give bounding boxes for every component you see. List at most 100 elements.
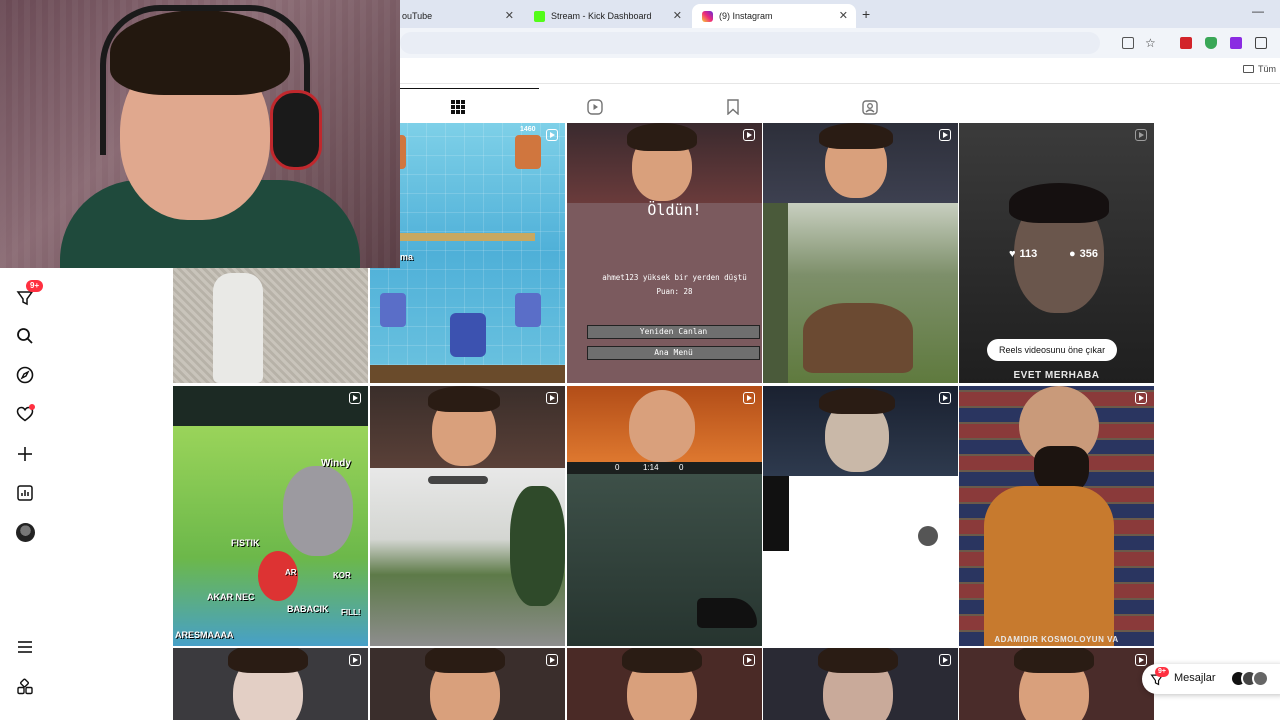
cartoon-label-kor: KOR	[333, 571, 351, 580]
tab-tagged[interactable]	[859, 96, 881, 118]
twitch-extension-icon[interactable]	[1230, 37, 1242, 49]
also-from-meta-icon	[17, 678, 33, 695]
post-row3-3[interactable]	[567, 648, 762, 720]
cartoon-label-ar: AR	[285, 568, 297, 577]
cartoon-label-fill: FILL!	[341, 608, 361, 617]
respawn-button[interactable]: Yeniden Canlan	[587, 325, 760, 339]
reel-caption: EVET MERHABA	[1013, 370, 1100, 381]
likes-count: ♥ 113	[1009, 248, 1037, 260]
notification-dot	[29, 404, 35, 410]
post-bookstore-man[interactable]: ADAMIDIR KOSMOLOYUN VA	[959, 386, 1154, 646]
messages-label: Mesajlar	[1174, 672, 1216, 684]
reel-indicator-icon	[1135, 654, 1147, 666]
post-featured-reel[interactable]: ♥ 113 ● 356 Reels videosunu öne çıkar EV…	[959, 123, 1154, 383]
post-forest-game[interactable]	[763, 123, 958, 383]
sidebar-item-dashboard[interactable]	[14, 482, 36, 504]
sidebar-item-profile[interactable]	[14, 521, 36, 543]
profile-tabs	[377, 88, 1160, 122]
saved-icon	[727, 99, 739, 115]
heart-icon: ♥	[1009, 248, 1016, 260]
profile-avatar	[918, 526, 938, 546]
grid-icon	[451, 100, 465, 114]
webcam-strip	[173, 386, 368, 426]
instagram-icon	[702, 10, 713, 22]
round-timer: 1:14	[643, 463, 659, 472]
post-street-view[interactable]	[370, 386, 565, 646]
tree	[510, 486, 565, 606]
reel-indicator-icon	[939, 129, 951, 141]
hair	[622, 648, 702, 673]
post-minecraft-death[interactable]: Öldün! ahmet123 yüksek bir yerden düştü …	[567, 123, 762, 383]
messages-button[interactable]: 9+ Mesajlar	[1142, 664, 1280, 694]
extensions-icon[interactable]	[1255, 37, 1267, 49]
tab-reels[interactable]	[584, 96, 606, 118]
notification-badge: 9+	[26, 280, 44, 292]
instagram-sidebar: 9+	[0, 268, 172, 720]
elephant	[283, 466, 353, 556]
card-bar	[370, 365, 565, 383]
more-icon	[18, 641, 32, 653]
street-view-bar	[428, 476, 488, 484]
tab-instagram[interactable]: (9) Instagram ✕	[692, 4, 856, 28]
score-right: 0	[679, 463, 684, 472]
sidebar-item-reels[interactable]: 9+	[14, 280, 44, 308]
post-row3-5[interactable]	[959, 648, 1154, 720]
hair	[627, 123, 697, 151]
hair	[818, 648, 898, 673]
post-row3-4[interactable]	[763, 648, 958, 720]
kick-icon	[534, 10, 545, 22]
sidebar-item-explore[interactable]	[14, 364, 36, 386]
hair	[425, 648, 505, 673]
reel-indicator-icon	[743, 392, 755, 404]
orange-shirt	[984, 486, 1114, 646]
main-menu-button[interactable]: Ana Menü	[587, 346, 760, 360]
shield-extension-icon[interactable]	[1205, 37, 1217, 49]
address-bar[interactable]	[400, 32, 1100, 54]
close-icon[interactable]: ✕	[839, 9, 848, 22]
post-row3-2[interactable]	[370, 648, 565, 720]
tab-label: ouTube	[402, 11, 433, 21]
new-tab-icon[interactable]: +	[862, 6, 870, 22]
pdf-extension-icon[interactable]	[1180, 37, 1192, 49]
comments-count: ● 356	[1069, 248, 1098, 260]
score-left: 0	[615, 463, 620, 472]
sidebar-item-create[interactable]	[14, 443, 36, 465]
hair	[819, 388, 895, 414]
death-panel: Öldün! ahmet123 yüksek bir yerden düştü …	[587, 201, 762, 301]
post-desktop-recording[interactable]	[763, 386, 958, 646]
hair	[228, 648, 308, 673]
tab-saved[interactable]	[722, 96, 744, 118]
webcam-overlay	[0, 0, 400, 268]
close-icon[interactable]: ✕	[505, 9, 514, 22]
side-overlay-label: ma	[400, 252, 414, 262]
bookmark-star-icon[interactable]: ☆	[1145, 37, 1157, 49]
tab-posts[interactable]	[377, 88, 539, 118]
message-avatars	[1230, 670, 1269, 687]
likes-value: 113	[1019, 248, 1038, 260]
minimize-icon[interactable]: —	[1252, 4, 1264, 18]
sidebar-item-meta[interactable]	[14, 676, 36, 698]
tab-youtube[interactable]: ouTube ✕	[392, 4, 522, 28]
feature-reel-button[interactable]: Reels videosunu öne çıkar	[987, 339, 1118, 361]
post-row3-1[interactable]	[173, 648, 368, 720]
close-icon[interactable]: ✕	[673, 9, 682, 22]
tab-label: Stream - Kick Dashboard	[551, 11, 652, 21]
sidebar-item-more[interactable]	[14, 636, 36, 658]
avatar	[15, 522, 35, 542]
death-message: ahmet123 yüksek bir yerden düştü	[602, 273, 747, 282]
reel-indicator-icon	[1135, 392, 1147, 404]
king-tower	[450, 313, 486, 357]
headset-earcup	[270, 90, 322, 170]
sidebar-item-notifications[interactable]	[14, 403, 36, 425]
tab-kick-dashboard[interactable]: Stream - Kick Dashboard ✕	[524, 4, 690, 28]
cartoon-label-fistik: FISTIK	[231, 538, 260, 548]
all-bookmarks-folder[interactable]: Tüm	[1243, 64, 1276, 74]
reel-indicator-icon	[1135, 129, 1147, 141]
tab-label: (9) Instagram	[719, 11, 773, 21]
reels-icon	[587, 99, 603, 115]
post-shooter-game[interactable]: 1:14 0 0	[567, 386, 762, 646]
reel-indicator-icon	[546, 654, 558, 666]
sidebar-item-search[interactable]	[14, 325, 36, 347]
post-cartoon[interactable]: Windy FISTIK AKAR NEC BABACIK ARESMAAAA …	[173, 386, 368, 646]
install-app-icon[interactable]	[1122, 37, 1134, 49]
